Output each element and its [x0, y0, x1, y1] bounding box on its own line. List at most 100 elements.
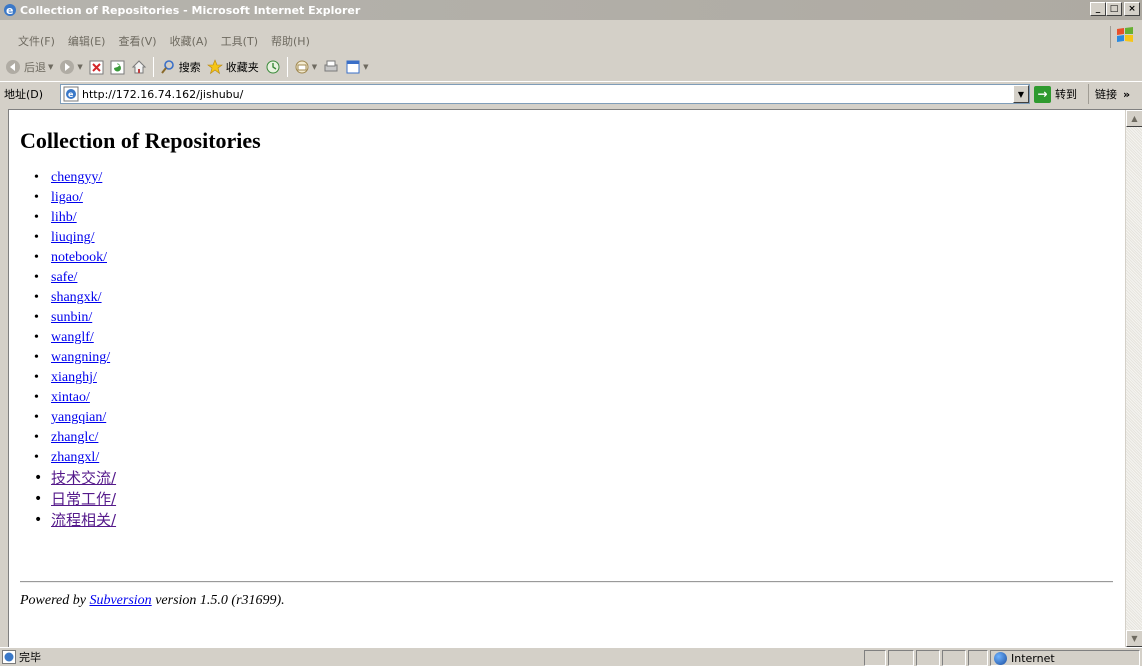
repo-link[interactable]: yangqian/: [51, 410, 106, 425]
list-item: 流程相关/: [34, 510, 1110, 531]
maximize-button[interactable]: □: [1106, 2, 1122, 16]
menu-file[interactable]: 文件(F): [18, 33, 55, 49]
menu-tools[interactable]: 工具(T): [221, 33, 258, 49]
status-text: 完毕: [19, 651, 41, 664]
address-input[interactable]: e http://172.16.74.162/jishubu/ ▼: [60, 84, 1030, 104]
mail-button[interactable]: ▼: [291, 56, 320, 78]
menu-favorites[interactable]: 收藏(A): [170, 33, 208, 49]
repo-link[interactable]: shangxk/: [51, 290, 102, 305]
page-content: Collection of Repositories chengyy/ liga…: [20, 128, 1113, 608]
repo-link[interactable]: ligao/: [51, 190, 83, 205]
search-label: 搜索: [178, 61, 201, 74]
menu-view[interactable]: 查看(V): [118, 33, 156, 49]
list-item: lihb/: [34, 208, 1110, 228]
list-item: sunbin/: [34, 308, 1110, 328]
ie-icon: e: [4, 4, 16, 17]
forward-button[interactable]: ▼: [56, 56, 85, 78]
refresh-icon: [110, 60, 125, 74]
svg-text:e: e: [68, 90, 74, 99]
print-button[interactable]: [320, 56, 342, 78]
zone-label: Internet: [1011, 651, 1055, 665]
scroll-down-button[interactable]: ▼: [1126, 630, 1142, 647]
repo-link-visited[interactable]: 技术交流/: [51, 469, 116, 487]
minimize-icon: _: [1095, 4, 1101, 14]
edit-button[interactable]: ▼: [342, 56, 371, 78]
star-icon: [206, 59, 223, 75]
repo-link[interactable]: safe/: [51, 270, 77, 285]
go-label: 转到: [1055, 88, 1077, 101]
chevron-right-double-icon: »: [1123, 87, 1131, 101]
edit-page-icon: [346, 60, 360, 74]
go-button[interactable]: → 转到: [1034, 84, 1077, 104]
favorites-button[interactable]: 收藏夹: [204, 56, 262, 78]
list-item: 技术交流/: [34, 468, 1110, 489]
repo-link[interactable]: xianghj/: [51, 370, 97, 385]
toolbar: 后退 ▼ ▼ 搜索 收藏夹 ▼ ▼: [0, 53, 1142, 81]
home-button[interactable]: [128, 56, 150, 78]
list-item: xianghj/: [34, 368, 1110, 388]
list-item: ligao/: [34, 188, 1110, 208]
window-controls: _ □ ×: [1090, 2, 1140, 16]
list-item: zhangxl/: [34, 448, 1110, 468]
repo-link[interactable]: zhangxl/: [51, 450, 99, 465]
list-item: xintao/: [34, 388, 1110, 408]
windows-logo-icon: [1117, 27, 1133, 42]
menu-bar: 文件(F) 编辑(E) 查看(V) 收藏(A) 工具(T) 帮助(H): [0, 26, 1142, 52]
footer-prefix: Powered by: [20, 593, 90, 608]
page-footer: Powered by Subversion version 1.5.0 (r31…: [20, 593, 285, 609]
repo-link[interactable]: lihb/: [51, 210, 77, 225]
list-item: zhanglc/: [34, 428, 1110, 448]
status-panel: [888, 650, 914, 666]
list-item: wangning/: [34, 348, 1110, 368]
repo-link[interactable]: sunbin/: [51, 310, 92, 325]
back-button[interactable]: 后退 ▼: [2, 56, 56, 78]
vertical-scrollbar[interactable]: ▲ ▼: [1125, 110, 1142, 647]
address-url: http://172.16.74.162/jishubu/: [82, 87, 244, 101]
repo-link[interactable]: wangning/: [51, 350, 110, 365]
maximize-icon: □: [1109, 4, 1119, 14]
chevron-down-icon: ▼: [363, 63, 369, 71]
refresh-button[interactable]: [107, 56, 128, 78]
subversion-link[interactable]: Subversion: [89, 593, 151, 608]
status-panel: [942, 650, 966, 666]
toolbar-separator: [152, 57, 154, 77]
search-button[interactable]: 搜索: [157, 56, 204, 78]
repo-link-visited[interactable]: 流程相关/: [51, 511, 116, 529]
list-item: shangxk/: [34, 288, 1110, 308]
globe-icon: [994, 651, 1007, 665]
forward-arrow-icon: [60, 60, 75, 74]
horizontal-rule: [20, 581, 1113, 583]
list-item: liuqing/: [34, 228, 1110, 248]
list-item: safe/: [34, 268, 1110, 288]
repo-link-visited[interactable]: 日常工作/: [51, 490, 116, 508]
close-button[interactable]: ×: [1124, 2, 1140, 16]
repo-link[interactable]: notebook/: [51, 250, 107, 265]
menu-help[interactable]: 帮助(H): [271, 33, 310, 49]
links-button[interactable]: 链接 »: [1088, 84, 1130, 104]
close-icon: ×: [1128, 4, 1136, 14]
stop-button[interactable]: [86, 56, 107, 78]
page-done-icon: [2, 650, 16, 664]
search-icon: [161, 60, 174, 74]
minimize-button[interactable]: _: [1090, 2, 1106, 16]
history-button[interactable]: [262, 56, 284, 78]
menu-edit[interactable]: 编辑(E): [68, 33, 106, 49]
security-zone: Internet: [990, 650, 1055, 666]
repository-list: chengyy/ ligao/ lihb/ liuqing/ notebook/…: [34, 168, 1110, 531]
address-dropdown-button[interactable]: ▼: [1013, 85, 1029, 103]
repo-link[interactable]: chengyy/: [51, 170, 102, 185]
repo-link[interactable]: xintao/: [51, 390, 90, 405]
window-title: Collection of Repositories - Microsoft I…: [20, 3, 361, 17]
back-arrow-icon: [6, 60, 20, 74]
page-title: Collection of Repositories: [20, 128, 261, 153]
repo-link[interactable]: wanglf/: [51, 330, 94, 345]
scroll-up-button[interactable]: ▲: [1126, 110, 1142, 127]
repo-link[interactable]: liuqing/: [51, 230, 95, 245]
history-icon: [266, 60, 280, 74]
chevron-down-icon: ▼: [1017, 89, 1025, 99]
repo-link[interactable]: zhanglc/: [51, 430, 98, 445]
back-label: 后退: [24, 61, 46, 74]
address-label: 地址(D): [4, 87, 44, 101]
status-bar: 完毕 Internet: [0, 647, 1142, 666]
printer-icon: [324, 60, 338, 72]
